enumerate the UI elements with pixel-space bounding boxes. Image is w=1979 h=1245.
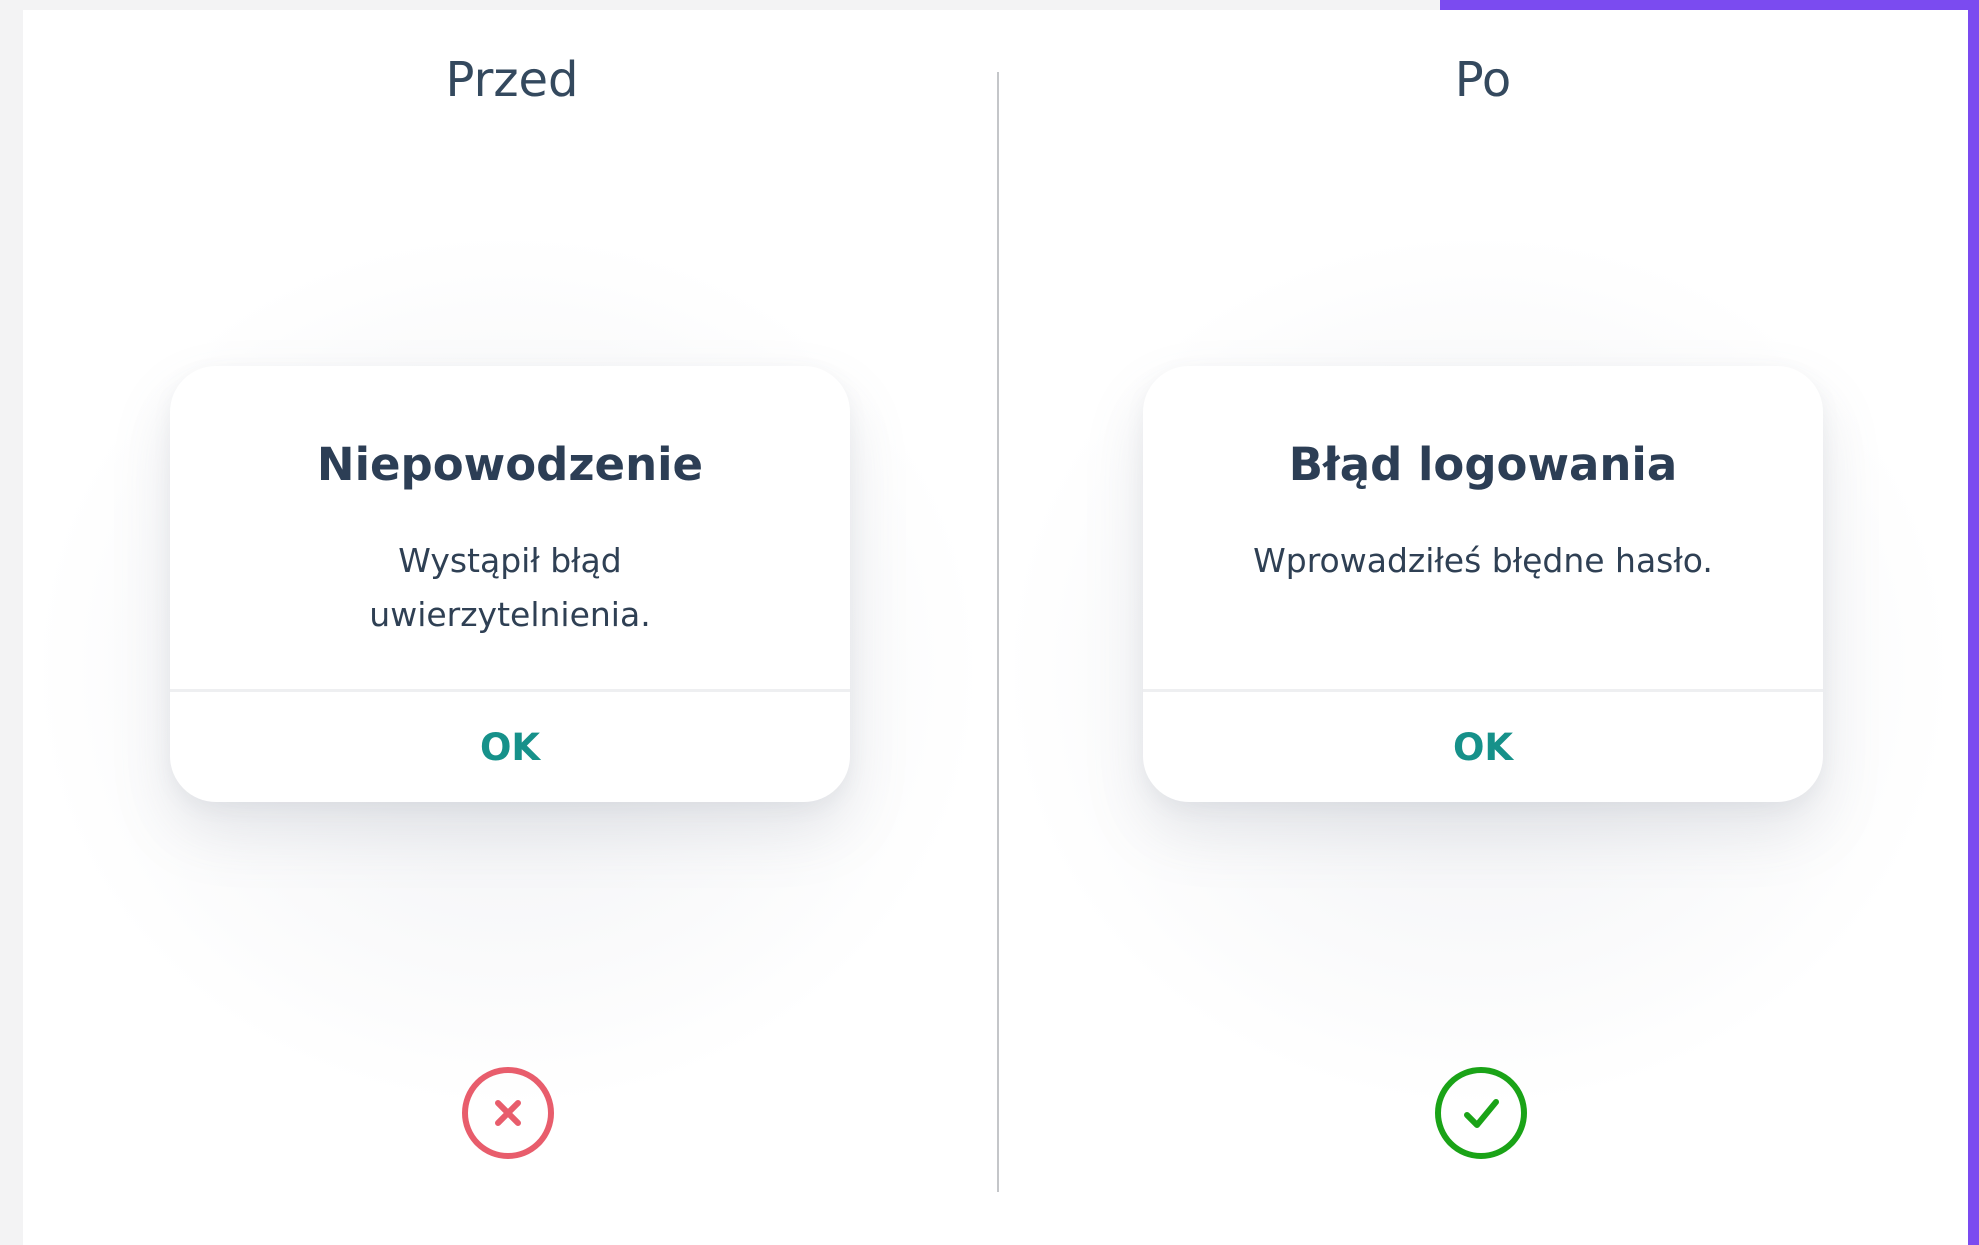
after-dialog: Błąd logowania Wprowadziłeś błędne hasło… (1143, 366, 1823, 802)
success-check-circle-icon (1433, 1065, 1529, 1161)
error-x-circle-icon (460, 1065, 556, 1161)
after-heading: Po (1454, 52, 1512, 108)
after-dialog-message: Wprowadziłeś błędne hasło. (1253, 541, 1713, 580)
accent-bar-top (1440, 0, 1979, 10)
before-ok-button[interactable]: OK (170, 692, 850, 802)
after-column: Po Błąd logowania Wprowadziłeś błędne ha… (999, 10, 1968, 1245)
before-dialog: Niepowodzenie Wystąpił błąd uwierzytelni… (170, 366, 850, 802)
after-dialog-title: Błąd logowania (1288, 438, 1678, 491)
before-column: Przed Niepowodzenie Wystąpił błąd uwierz… (23, 10, 998, 1245)
before-heading: Przed (445, 52, 579, 108)
accent-bar-right (1968, 0, 1979, 1245)
before-dialog-message: Wystąpił błąd uwierzytelnienia. (369, 541, 651, 634)
after-ok-button[interactable]: OK (1143, 692, 1823, 802)
before-dialog-title: Niepowodzenie (316, 438, 704, 491)
